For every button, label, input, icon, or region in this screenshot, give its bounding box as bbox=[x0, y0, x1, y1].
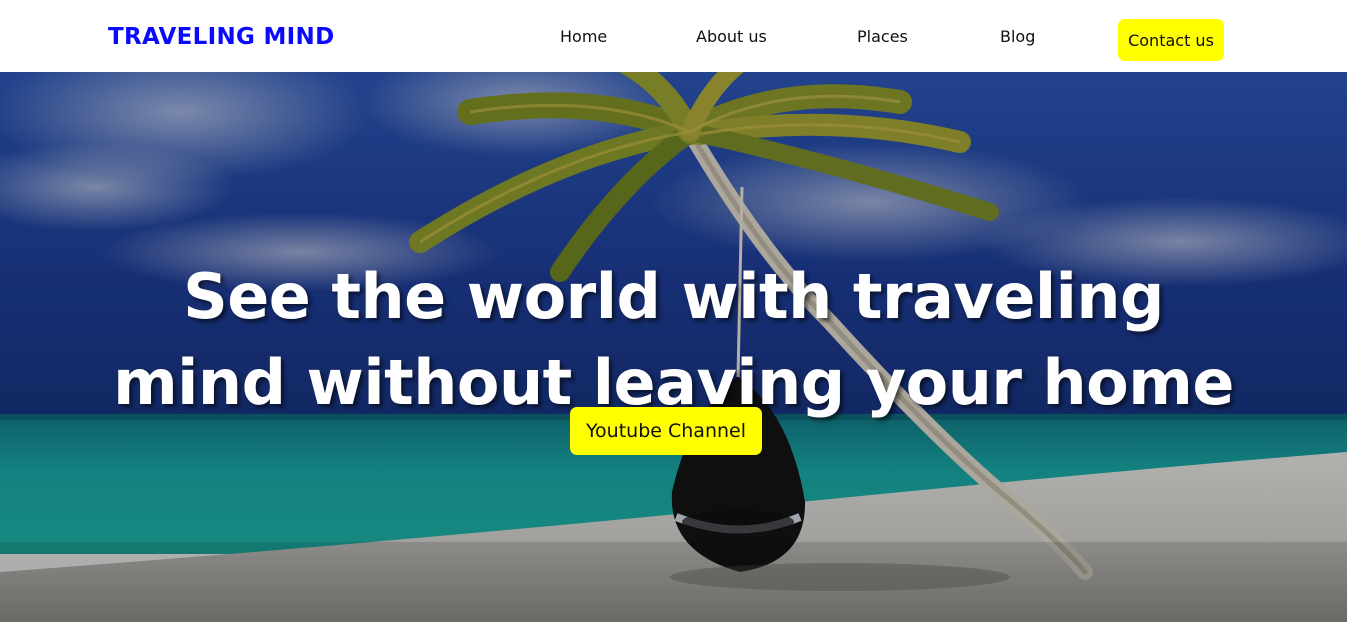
hero-headline: See the world with traveling mind withou… bbox=[0, 254, 1347, 426]
brand-logo[interactable]: TRAVELING MIND bbox=[108, 24, 335, 50]
nav-link-blog[interactable]: Blog bbox=[1000, 27, 1035, 46]
nav-link-about-us[interactable]: About us bbox=[696, 27, 767, 46]
hero-section: See the world with traveling mind withou… bbox=[0, 72, 1347, 622]
hero-headline-line-1: See the world with traveling bbox=[183, 259, 1164, 333]
contact-us-button[interactable]: Contact us bbox=[1118, 19, 1224, 61]
nav-link-places[interactable]: Places bbox=[857, 27, 908, 46]
nav-link-home[interactable]: Home bbox=[560, 27, 607, 46]
youtube-channel-button[interactable]: Youtube Channel bbox=[570, 407, 762, 455]
navbar: TRAVELING MIND Home About us Places Blog… bbox=[0, 0, 1347, 72]
